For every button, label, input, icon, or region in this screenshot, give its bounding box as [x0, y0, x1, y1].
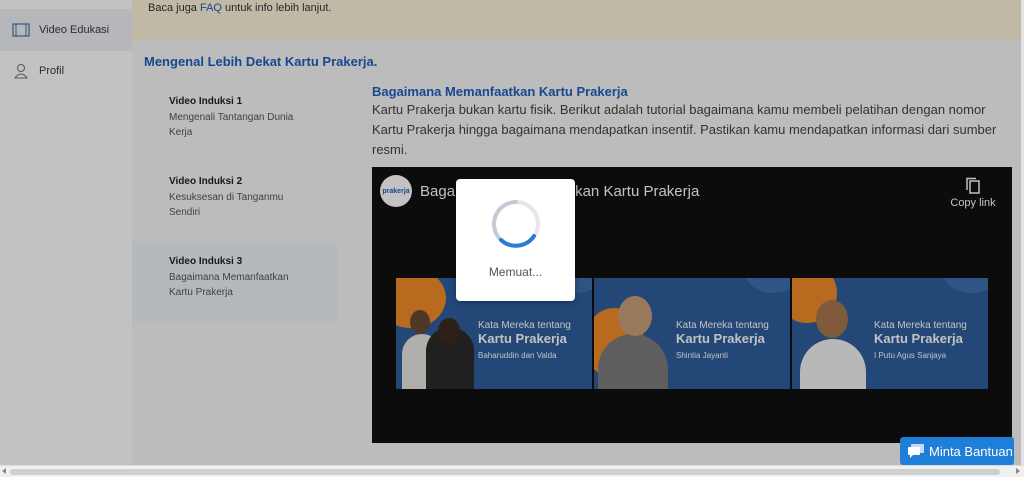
help-button-label: Minta Bantuan — [929, 443, 1013, 459]
loading-text: Memuat... — [488, 265, 543, 279]
spinner-icon — [491, 199, 541, 249]
horizontal-scrollbar[interactable] — [0, 465, 1024, 477]
scroll-right-arrow[interactable] — [1016, 468, 1020, 474]
scroll-left-arrow[interactable] — [2, 468, 6, 474]
loading-modal: Memuat... — [456, 179, 575, 301]
help-button[interactable]: Minta Bantuan — [900, 437, 1014, 465]
chat-icon — [908, 444, 924, 458]
scrollbar-thumb[interactable] — [10, 469, 1000, 475]
